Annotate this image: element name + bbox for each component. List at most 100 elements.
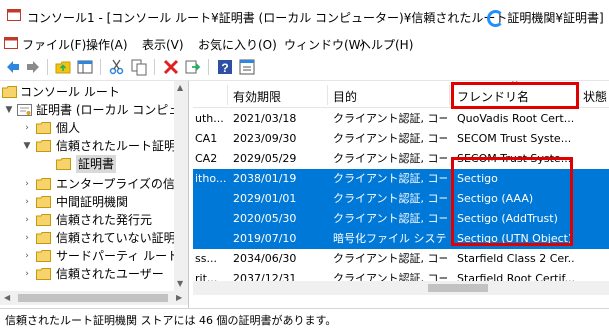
folder-icon: [36, 232, 51, 244]
console-tree: コンソール ルート ▼ 証明書 (ローカル コンピュータ › 個人 ▼ 信頼され…: [0, 81, 189, 308]
forward-icon[interactable]: [24, 58, 42, 76]
export-icon[interactable]: [184, 58, 202, 76]
column-status[interactable]: 状態: [583, 88, 607, 105]
cell-purpose: クライアント認証, コー...: [333, 252, 447, 265]
expand-chevron-icon[interactable]: ›: [22, 193, 32, 211]
cell-issued-by: CA2: [195, 152, 218, 165]
scroll-right-arrow-icon[interactable]: ▶: [176, 293, 182, 302]
tree-item-label: 信頼された発行元: [56, 213, 153, 227]
tree-item-label: 信頼されていない証明書: [56, 231, 188, 245]
cell-expires: 2029/01/01: [233, 192, 297, 205]
tree-item-label: 証明書 (ローカル コンピュータ: [36, 103, 189, 117]
cell-expires: 2034/06/30: [233, 252, 297, 265]
folder-icon: [2, 86, 17, 98]
toolbar-separator: [100, 59, 101, 75]
help-icon[interactable]: ?: [216, 58, 234, 76]
toolbar-separator: [154, 59, 155, 75]
scroll-left-arrow-icon[interactable]: ◀: [4, 293, 10, 302]
highlight-box-friendly-name-column: [451, 82, 579, 109]
cell-expires: 2029/05/29: [233, 152, 297, 165]
properties-icon[interactable]: [238, 58, 256, 76]
tree-item-label: サードパーティ ルート証明: [56, 249, 189, 263]
cell-purpose: 暗号化ファイル システ...: [333, 232, 447, 245]
delete-icon[interactable]: [162, 58, 180, 76]
cell-expires: 2021/03/18: [233, 112, 297, 125]
toolbar-separator: [208, 59, 209, 75]
expand-chevron-icon[interactable]: ›: [22, 229, 32, 247]
folder-icon: [36, 250, 51, 262]
folder-icon: [56, 158, 71, 170]
tree-horizontal-scrollbar[interactable]: ◀ ▶: [0, 291, 188, 305]
folder-icon: [36, 196, 51, 208]
table-row[interactable]: uth... 2021/03/18 クライアント認証, コー... QuoVadis …: [193, 109, 609, 129]
folder-icon: [36, 122, 51, 134]
cell-issued-by: CA1: [195, 132, 218, 145]
scroll-down-arrow-icon[interactable]: ▼: [177, 279, 183, 288]
cell-issued-by: itho...: [195, 172, 227, 185]
column-purpose[interactable]: 目的: [333, 88, 357, 105]
cell-friendly-name: SECOM Trust Syste...: [457, 132, 572, 145]
expand-chevron-icon[interactable]: ›: [22, 265, 32, 283]
tree-vertical-scrollbar[interactable]: ▲ ▼: [174, 81, 188, 291]
menu-bar: ファイル(F) 操作(A) 表示(V) お気に入り(O) ウィンドウ(W) ヘル…: [0, 34, 609, 54]
highlight-box-sectigo-rows: [451, 157, 573, 246]
scroll-thumb[interactable]: [428, 284, 488, 292]
cell-purpose: クライアント認証, コー...: [333, 152, 447, 165]
column-separator[interactable]: [327, 85, 328, 105]
table-row[interactable]: ss... 2034/06/30 クライアント認証, コー... Starfield …: [193, 249, 609, 269]
tree-item-label: コンソール ルート: [20, 85, 120, 99]
menu-file[interactable]: ファイル(F): [22, 36, 86, 53]
tree-item-label: 個人: [56, 121, 81, 135]
toolbar: ?: [0, 54, 609, 81]
cell-issued-by: uth...: [195, 112, 224, 125]
back-icon[interactable]: [4, 58, 22, 76]
cell-friendly-name: Starfield Class 2 Cer...: [457, 252, 575, 265]
status-bar: 信頼されたルート証明機関 ストアには 46 個の証明書があります。: [0, 308, 609, 329]
tree-item-label: 信頼されたルート証明機: [56, 139, 189, 153]
menu-favorites[interactable]: お気に入り(O): [198, 36, 277, 53]
expand-chevron-icon[interactable]: ›: [22, 175, 32, 193]
cell-issued-by: ss...: [195, 252, 217, 265]
cell-purpose: クライアント認証, コー...: [333, 132, 447, 145]
expand-chevron-icon[interactable]: ›: [22, 211, 32, 229]
cut-icon[interactable]: [108, 58, 126, 76]
svg-text:?: ?: [221, 61, 228, 75]
list-horizontal-scrollbar[interactable]: [193, 281, 609, 295]
cell-purpose: クライアント認証, コー...: [333, 212, 447, 225]
cell-purpose: クライアント認証, コー...: [333, 172, 447, 185]
cell-purpose: クライアント認証, コー...: [333, 192, 447, 205]
show-hide-tree-icon[interactable]: [76, 58, 94, 76]
status-text: 信頼されたルート証明機関 ストアには 46 個の証明書があります。: [5, 314, 337, 327]
folder-open-icon: [36, 140, 51, 152]
tree-item-label: 信頼されたユーザー: [56, 267, 164, 281]
menu-action[interactable]: 操作(A): [86, 36, 128, 53]
menu-view[interactable]: 表示(V): [142, 36, 184, 53]
cell-expires: 2020/05/30: [233, 212, 297, 225]
expand-chevron-icon[interactable]: ›: [22, 119, 32, 137]
scroll-thumb[interactable]: [18, 294, 168, 302]
toolbar-separator: [47, 59, 48, 75]
column-separator[interactable]: [449, 85, 450, 105]
console-menu-icon[interactable]: [4, 37, 18, 49]
console-app-icon: [7, 9, 21, 21]
cell-expires: 2023/09/30: [233, 132, 297, 145]
menu-window[interactable]: ウィンドウ(W): [284, 36, 365, 53]
folder-icon: [36, 178, 51, 190]
copy-icon[interactable]: [130, 58, 148, 76]
folder-icon: [36, 268, 51, 280]
column-expires[interactable]: 有効期限: [233, 88, 281, 105]
menu-help[interactable]: ヘルプ(H): [359, 36, 413, 53]
tree-item-label: 中間証明機関: [56, 195, 129, 209]
cell-expires: 2019/07/10: [233, 232, 297, 245]
table-row[interactable]: CA1 2023/09/30 クライアント認証, コー... SECOM Trust …: [193, 129, 609, 149]
up-folder-icon[interactable]: [54, 58, 72, 76]
busy-spinner-icon: [487, 10, 504, 27]
certificate-store-icon: [17, 104, 32, 116]
collapse-chevron-icon[interactable]: ▼: [4, 101, 14, 119]
cell-friendly-name: QuoVadis Root Cert...: [457, 112, 575, 125]
cell-purpose: クライアント認証, コー...: [333, 112, 447, 125]
column-separator[interactable]: [227, 85, 228, 105]
expand-chevron-icon[interactable]: ›: [22, 247, 32, 265]
scroll-up-arrow-icon[interactable]: ▲: [177, 83, 183, 92]
collapse-chevron-icon[interactable]: ▼: [22, 137, 32, 155]
